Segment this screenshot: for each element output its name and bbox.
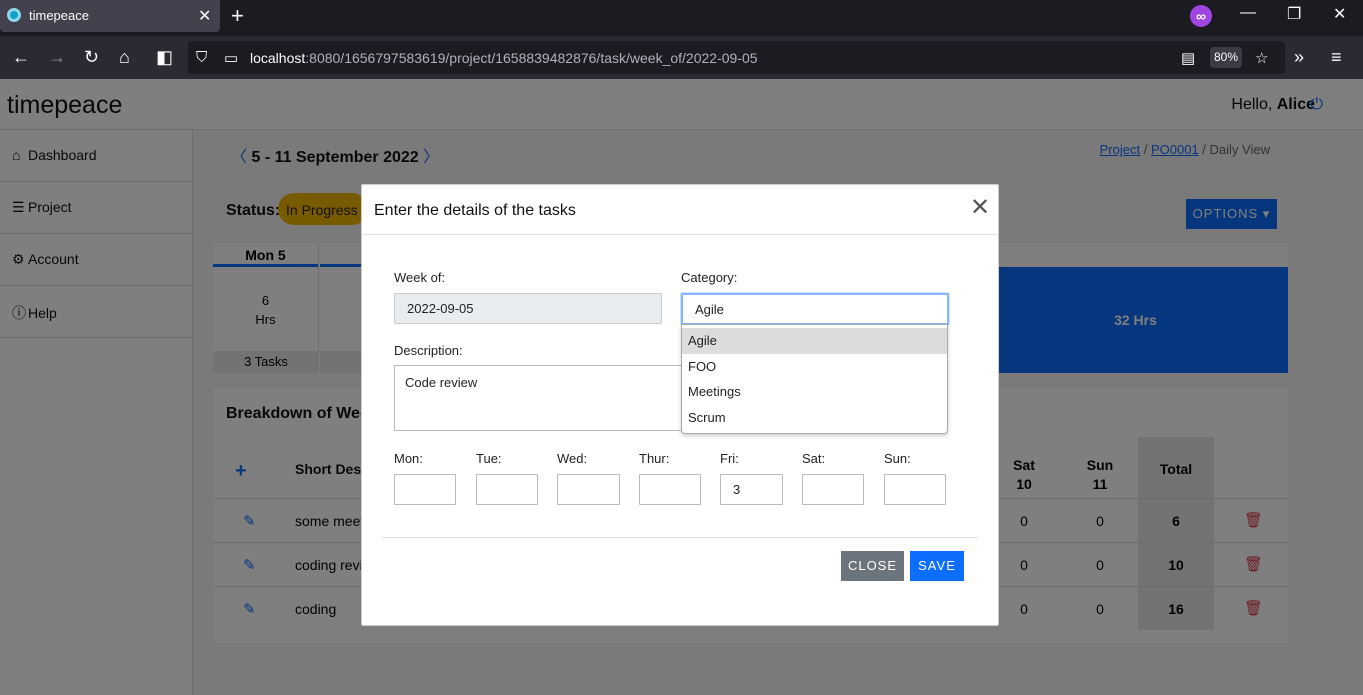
forward-icon[interactable]: → xyxy=(48,47,66,67)
sun-label: Sun: xyxy=(884,451,911,466)
thur-label: Thur: xyxy=(639,451,670,466)
week-of-label: Week of: xyxy=(394,270,446,285)
mon-hours-input[interactable] xyxy=(394,474,456,505)
dropdown-option[interactable]: Scrum xyxy=(682,405,947,431)
browser-nav-bar: ← → ↻ ⌂ ◧ ⛉ ▭ localhost:8080/16567975836… xyxy=(0,36,1363,79)
url-bar[interactable]: ⛉ ▭ localhost:8080/1656797583619/project… xyxy=(188,41,1285,74)
minimize-icon[interactable]: — xyxy=(1240,4,1256,22)
tue-hours-input[interactable] xyxy=(476,474,538,505)
new-tab-icon[interactable]: + xyxy=(231,3,244,29)
category-input[interactable] xyxy=(681,293,949,325)
fri-hours-input[interactable] xyxy=(720,474,783,505)
zoom-level[interactable]: 80% xyxy=(1210,47,1242,68)
back-icon[interactable]: ← xyxy=(12,47,30,67)
tab-title: timepeace xyxy=(29,8,89,23)
sidebar-toggle-icon[interactable]: ◧ xyxy=(156,47,173,67)
dropdown-option[interactable]: Agile xyxy=(682,328,947,354)
category-label: Category: xyxy=(681,270,738,285)
browser-tab[interactable]: timepeace ✕ xyxy=(0,0,220,32)
restore-icon[interactable]: ❐ xyxy=(1287,4,1301,24)
thur-hours-input[interactable] xyxy=(639,474,701,505)
wed-label: Wed: xyxy=(557,451,588,466)
description-textarea[interactable]: Code review xyxy=(394,365,684,431)
private-mask-icon[interactable]: ∞ xyxy=(1190,5,1212,27)
menu-icon[interactable]: ≡ xyxy=(1331,47,1342,67)
dropdown-option[interactable]: FOO xyxy=(682,354,947,380)
fri-label: Fri: xyxy=(720,451,739,466)
url-text[interactable]: localhost:8080/1656797583619/project/165… xyxy=(250,50,758,66)
extensions-overflow-icon[interactable]: » xyxy=(1294,47,1304,67)
browser-tab-bar: timepeace ✕ + ∞ — ❐ ✕ xyxy=(0,0,1363,36)
save-button[interactable]: SAVE xyxy=(910,551,964,581)
tab-close-icon[interactable]: ✕ xyxy=(198,6,211,26)
home-icon[interactable]: ⌂ xyxy=(119,47,130,67)
mon-label: Mon: xyxy=(394,451,423,466)
wed-hours-input[interactable] xyxy=(557,474,620,505)
sun-hours-input[interactable] xyxy=(884,474,946,505)
page-info-icon[interactable]: ▭ xyxy=(224,49,238,67)
category-dropdown: Agile FOO Meetings Scrum xyxy=(681,324,948,434)
shield-icon[interactable]: ⛉ xyxy=(196,49,207,66)
close-icon[interactable]: ✕ xyxy=(970,195,990,221)
sat-label: Sat: xyxy=(802,451,826,466)
url-host: localhost xyxy=(250,50,306,66)
modal-divider xyxy=(382,537,978,538)
close-button[interactable]: CLOSE xyxy=(841,551,904,581)
window-close-icon[interactable]: ✕ xyxy=(1333,4,1346,24)
reload-icon[interactable]: ↻ xyxy=(84,47,99,67)
week-of-input[interactable] xyxy=(394,293,662,324)
modal-title: Enter the details of the tasks xyxy=(374,202,576,219)
dropdown-option[interactable]: Meetings xyxy=(682,379,947,405)
bookmark-star-icon[interactable]: ☆ xyxy=(1255,49,1268,67)
task-details-modal: Enter the details of the tasks ✕ Week of… xyxy=(361,184,999,626)
url-path: :8080/1656797583619/project/165883948287… xyxy=(305,50,758,66)
site-favicon-icon xyxy=(7,8,21,22)
sat-hours-input[interactable] xyxy=(802,474,864,505)
modal-header: Enter the details of the tasks ✕ xyxy=(362,185,998,235)
reader-view-icon[interactable]: ▤ xyxy=(1181,49,1195,67)
tue-label: Tue: xyxy=(476,451,502,466)
description-label: Description: xyxy=(394,343,463,358)
